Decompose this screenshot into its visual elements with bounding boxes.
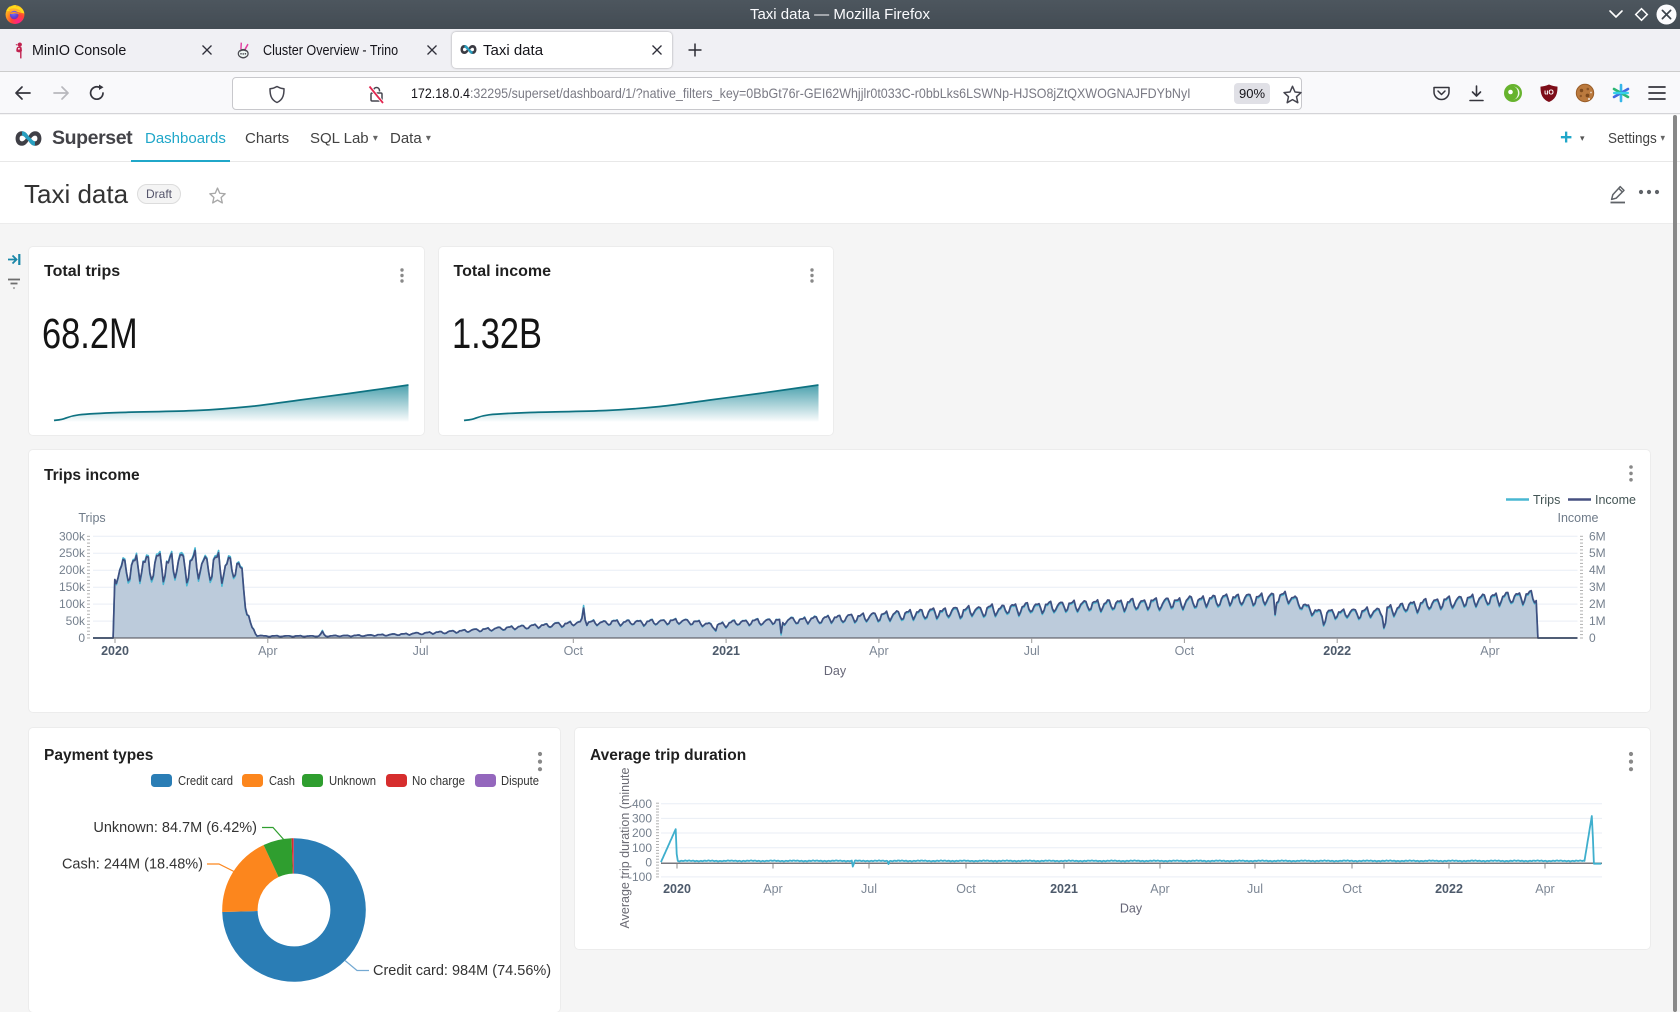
svg-text:50k: 50k — [66, 614, 86, 628]
svg-text:200: 200 — [632, 826, 652, 840]
svg-text:300: 300 — [632, 812, 652, 826]
svg-text:Apr: Apr — [258, 644, 277, 658]
svg-text:Average trip duration (minute: Average trip duration (minute — [618, 767, 632, 928]
svg-text:Trips: Trips — [78, 511, 105, 525]
svg-text:2M: 2M — [1589, 597, 1606, 611]
svg-text:Dispute: Dispute — [501, 774, 539, 788]
svg-text:0: 0 — [645, 856, 652, 870]
svg-text:Oct: Oct — [1342, 882, 1362, 896]
svg-text:6M: 6M — [1589, 529, 1606, 543]
svg-text:2022: 2022 — [1323, 644, 1351, 658]
svg-text:Apr: Apr — [1480, 644, 1499, 658]
svg-text:2020: 2020 — [663, 882, 691, 896]
svg-text:Jul: Jul — [1024, 644, 1040, 658]
svg-text:4M: 4M — [1589, 563, 1606, 577]
svg-text:Oct: Oct — [564, 644, 584, 658]
svg-text:2020: 2020 — [101, 644, 129, 658]
svg-text:Jul: Jul — [413, 644, 429, 658]
svg-text:0: 0 — [78, 631, 85, 645]
svg-text:0: 0 — [1589, 631, 1596, 645]
svg-text:100: 100 — [632, 841, 652, 855]
svg-text:3M: 3M — [1589, 580, 1606, 594]
svg-text:Oct: Oct — [1175, 644, 1195, 658]
svg-text:Income: Income — [1558, 511, 1599, 525]
svg-text:Unknown: Unknown — [329, 774, 376, 788]
svg-text:200k: 200k — [59, 563, 86, 577]
svg-text:Cash: 244M (18.48%): Cash: 244M (18.48%) — [62, 857, 203, 873]
svg-text:400: 400 — [632, 797, 652, 811]
svg-text:Credit card: Credit card — [178, 774, 233, 788]
svg-text:Income: Income — [1595, 493, 1636, 507]
svg-text:Apr: Apr — [1535, 882, 1554, 896]
svg-text:2021: 2021 — [1050, 882, 1078, 896]
svg-text:Credit card: 984M (74.56%): Credit card: 984M (74.56%) — [373, 963, 551, 979]
svg-text:2021: 2021 — [712, 644, 740, 658]
svg-text:150k: 150k — [59, 580, 86, 594]
svg-text:2022: 2022 — [1435, 882, 1463, 896]
svg-text:Oct: Oct — [956, 882, 976, 896]
svg-text:Jul: Jul — [861, 882, 877, 896]
svg-text:Unknown: 84.7M (6.42%): Unknown: 84.7M (6.42%) — [93, 820, 257, 836]
svg-text:Apr: Apr — [763, 882, 782, 896]
svg-text:300k: 300k — [59, 529, 86, 543]
svg-text:Day: Day — [1120, 902, 1143, 916]
svg-text:5M: 5M — [1589, 546, 1606, 560]
svg-text:Apr: Apr — [869, 644, 888, 658]
svg-text:Jul: Jul — [1247, 882, 1263, 896]
svg-text:No charge: No charge — [412, 774, 465, 788]
svg-text:Day: Day — [824, 664, 847, 678]
svg-text:250k: 250k — [59, 546, 86, 560]
svg-text:100k: 100k — [59, 597, 86, 611]
svg-text:Trips: Trips — [1533, 493, 1560, 507]
svg-text:1M: 1M — [1589, 614, 1606, 628]
svg-text:Cash: Cash — [269, 774, 295, 788]
svg-text:Apr: Apr — [1150, 882, 1169, 896]
svg-text:uO: uO — [1544, 90, 1554, 97]
